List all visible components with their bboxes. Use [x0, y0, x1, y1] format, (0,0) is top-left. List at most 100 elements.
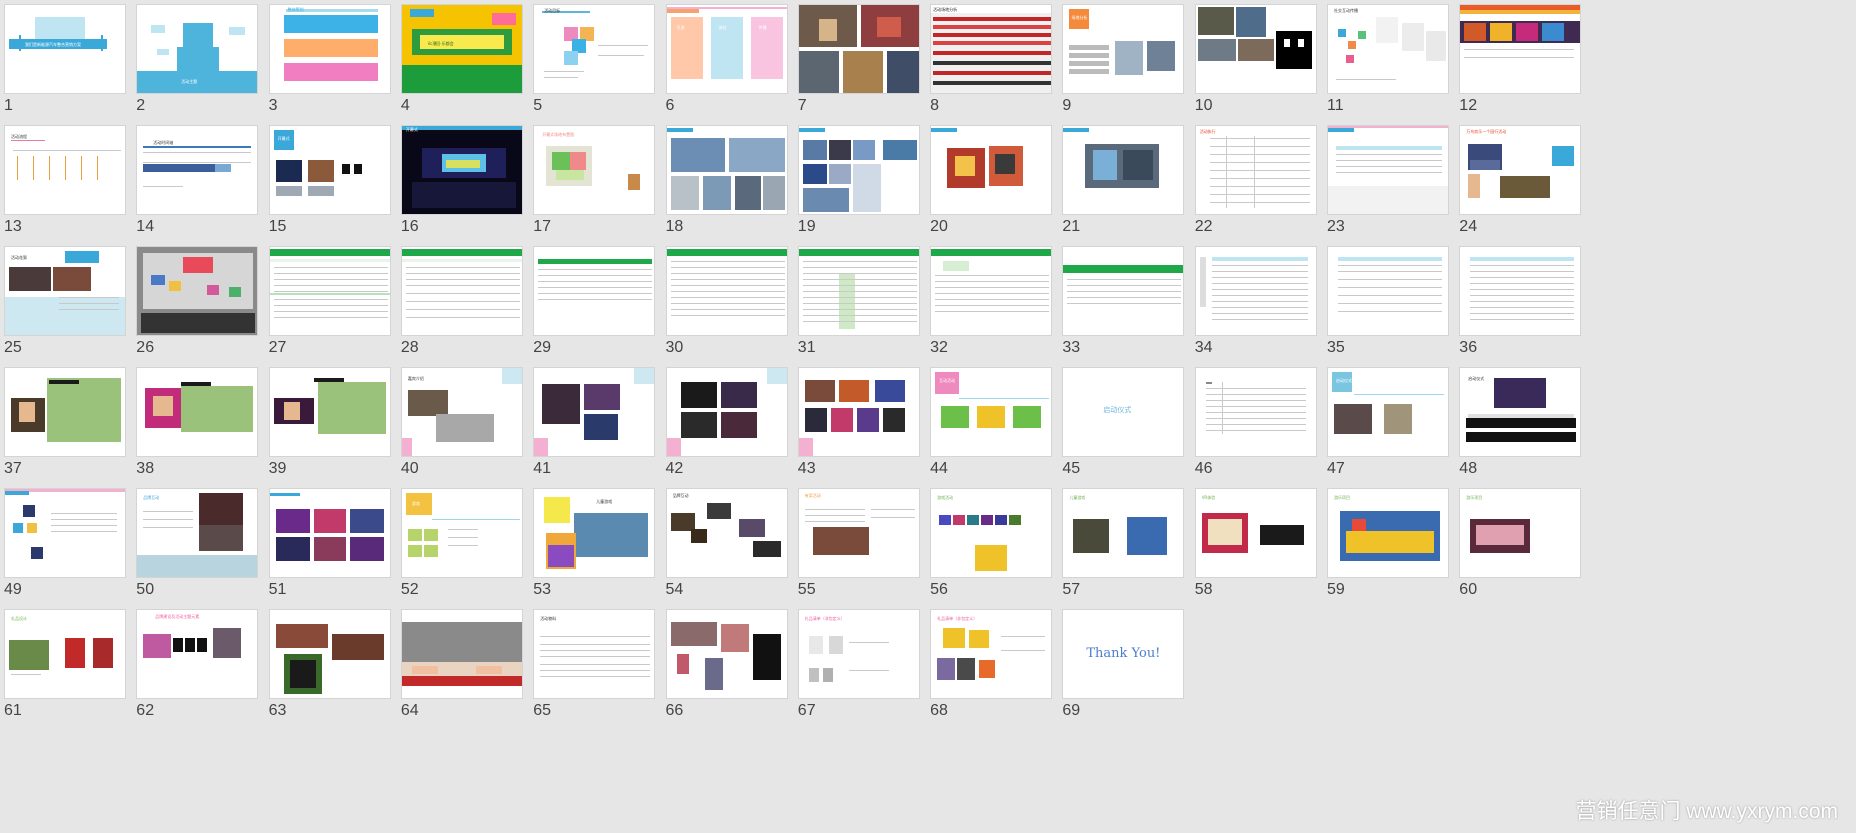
- slide-shape: [1067, 285, 1182, 286]
- slide-thumbnail[interactable]: 开幕式: [268, 125, 391, 215]
- slide-thumbnail[interactable]: 品牌互动: [665, 488, 788, 578]
- slide-shape: [153, 396, 174, 416]
- slide-thumbnail[interactable]: 礼品设计: [4, 609, 126, 699]
- slide-text: 开幕式: [405, 127, 418, 132]
- slide-thumbnail[interactable]: 启动仪式: [1062, 367, 1185, 457]
- slide-thumbnail[interactable]: 活动场地分析: [930, 4, 1053, 94]
- slide-thumbnail[interactable]: 礼品清单（非包定义）: [930, 609, 1053, 699]
- slide-thumbnail[interactable]: [665, 246, 788, 336]
- slide-shape: [598, 55, 645, 56]
- slide-number: 30: [665, 339, 684, 356]
- slide-shape: [977, 406, 1006, 428]
- slide-thumbnail[interactable]: [665, 367, 788, 457]
- slide-thumbnail[interactable]: 活动花絮: [4, 246, 126, 336]
- slide-shape: [1470, 295, 1575, 296]
- slide-thumbnail[interactable]: [797, 125, 920, 215]
- slide-shape: [491, 13, 516, 25]
- slide-thumbnail[interactable]: 游戏活动: [930, 488, 1053, 578]
- slide-thumbnail[interactable]: 活动物料: [533, 609, 656, 699]
- slide-thumbnail[interactable]: [797, 4, 920, 94]
- slide-thumbnail[interactable]: [1327, 125, 1449, 215]
- slide-shape: [35, 17, 85, 39]
- slide-thumbnail[interactable]: 活动时间轴: [136, 125, 259, 215]
- slide-shape: [666, 9, 699, 13]
- slide-thumbnail[interactable]: [268, 367, 391, 457]
- slide-thumbnail[interactable]: [4, 488, 126, 578]
- slide-thumbnail[interactable]: [533, 246, 656, 336]
- slide-thumbnail[interactable]: [1327, 246, 1449, 336]
- slide-thumbnail[interactable]: 活动主题: [136, 4, 259, 94]
- slide-thumbnail[interactable]: [136, 367, 259, 457]
- slide-thumbnail[interactable]: 礼品清单（非包定义）: [797, 609, 920, 699]
- slide-thumbnail[interactable]: [797, 367, 920, 457]
- slide-shape: [1338, 311, 1442, 312]
- slide-thumbnail[interactable]: 引流 体验 传播: [665, 4, 788, 94]
- slide-thumbnail[interactable]: 游乐项目: [1459, 488, 1582, 578]
- slide-thumbnail[interactable]: [1194, 246, 1317, 336]
- slide-shape: [215, 164, 232, 172]
- slide-shape: [1205, 400, 1306, 401]
- slide-thumbnail[interactable]: 社交互动传播: [1327, 4, 1449, 94]
- slide-thumbnail[interactable]: [400, 609, 523, 699]
- slide-thumbnail[interactable]: 儿童游戏: [1062, 488, 1185, 578]
- slide-thumbnail[interactable]: 我们是新能源汽车整合营销方案: [4, 4, 126, 94]
- slide-thumbnail[interactable]: 有奖活动: [797, 488, 920, 578]
- slide-shape: [1336, 172, 1442, 173]
- slide-thumbnail[interactable]: 整体策划: [268, 4, 391, 94]
- slide-thumbnail[interactable]: 儿童游戏: [533, 488, 656, 578]
- slide-thumbnail[interactable]: VR体验: [1194, 488, 1317, 578]
- slide-number: 21: [1062, 218, 1081, 235]
- slide-thumbnail[interactable]: [268, 246, 391, 336]
- slide-thumbnail[interactable]: 嘉宾介绍: [400, 367, 523, 457]
- slide-shape: [876, 17, 901, 37]
- slide-thumbnail[interactable]: [930, 125, 1053, 215]
- slide-cell[interactable]: Thank You! 69: [1058, 605, 1215, 748]
- slide-thumbnail[interactable]: 活动执行: [1194, 125, 1317, 215]
- slide-thumbnail[interactable]: 场地分析: [1062, 4, 1185, 94]
- slide-thumbnail[interactable]: [665, 609, 788, 699]
- slide-number: 32: [930, 339, 948, 356]
- slide-thumbnail[interactable]: [533, 367, 656, 457]
- slide-shape: [431, 519, 520, 520]
- slide-thumbnail[interactable]: 活动目标: [533, 4, 656, 94]
- slide-thumbnail[interactable]: [1459, 246, 1582, 336]
- slide-thumbnail[interactable]: 活动流程: [4, 125, 126, 215]
- slide-shape: [1426, 31, 1446, 61]
- slide-thumbnail[interactable]: [930, 246, 1053, 336]
- slide-thumbnail[interactable]: [1194, 4, 1317, 94]
- slide-thumbnail[interactable]: 启动仪式: [1327, 367, 1449, 457]
- slide-thumbnail[interactable]: [797, 246, 920, 336]
- slide-thumbnail[interactable]: 品牌建设及活动主题元素: [136, 609, 259, 699]
- slide-thumbnail[interactable]: 游乐项目: [1327, 488, 1449, 578]
- slide-thumbnail[interactable]: [1194, 367, 1317, 457]
- slide-thumbnail[interactable]: [268, 488, 391, 578]
- slide-thumbnail[interactable]: 品牌互动: [136, 488, 259, 578]
- slide-shape: [1067, 279, 1182, 280]
- slide-thumbnail[interactable]: [400, 246, 523, 336]
- slide-thumbnail[interactable]: [1459, 4, 1582, 94]
- slide-number: 27: [268, 339, 287, 356]
- slide-thumbnail[interactable]: [1062, 246, 1185, 336]
- slide-shape: [1464, 49, 1575, 50]
- slide-thumbnail[interactable]: 游戏: [400, 488, 523, 578]
- slide-thumbnail[interactable]: [268, 609, 391, 699]
- slide-thumbnail[interactable]: [1062, 125, 1185, 215]
- slide-thumbnail[interactable]: 互动活动: [930, 367, 1053, 457]
- slide-thumbnail[interactable]: Thank You!: [1062, 609, 1185, 699]
- slide-thumbnail[interactable]: [4, 367, 126, 457]
- slide-cell[interactable]: 游乐项目 60: [1455, 484, 1612, 627]
- slide-shape: [143, 162, 252, 163]
- slide-thumbnail[interactable]: [136, 246, 259, 336]
- slide-shape: [584, 384, 621, 410]
- slide-thumbnail[interactable]: ilc潮回·乐都会: [400, 4, 523, 94]
- slide-thumbnail[interactable]: 启动仪式: [1459, 367, 1582, 457]
- slide-shape: [405, 267, 520, 268]
- slide-shape: [670, 291, 785, 292]
- slide-shape: [802, 267, 917, 268]
- slide-thumbnail[interactable]: [665, 125, 788, 215]
- slide-text: ilc潮回·乐都会: [427, 41, 454, 46]
- slide-thumbnail[interactable]: 开幕式场地布置图: [533, 125, 656, 215]
- slide-thumbnail[interactable]: 开幕式: [400, 125, 523, 215]
- slide-thumbnail[interactable]: 万鸟欢乐一个园行活动: [1459, 125, 1582, 215]
- slide-number: 64: [400, 702, 419, 719]
